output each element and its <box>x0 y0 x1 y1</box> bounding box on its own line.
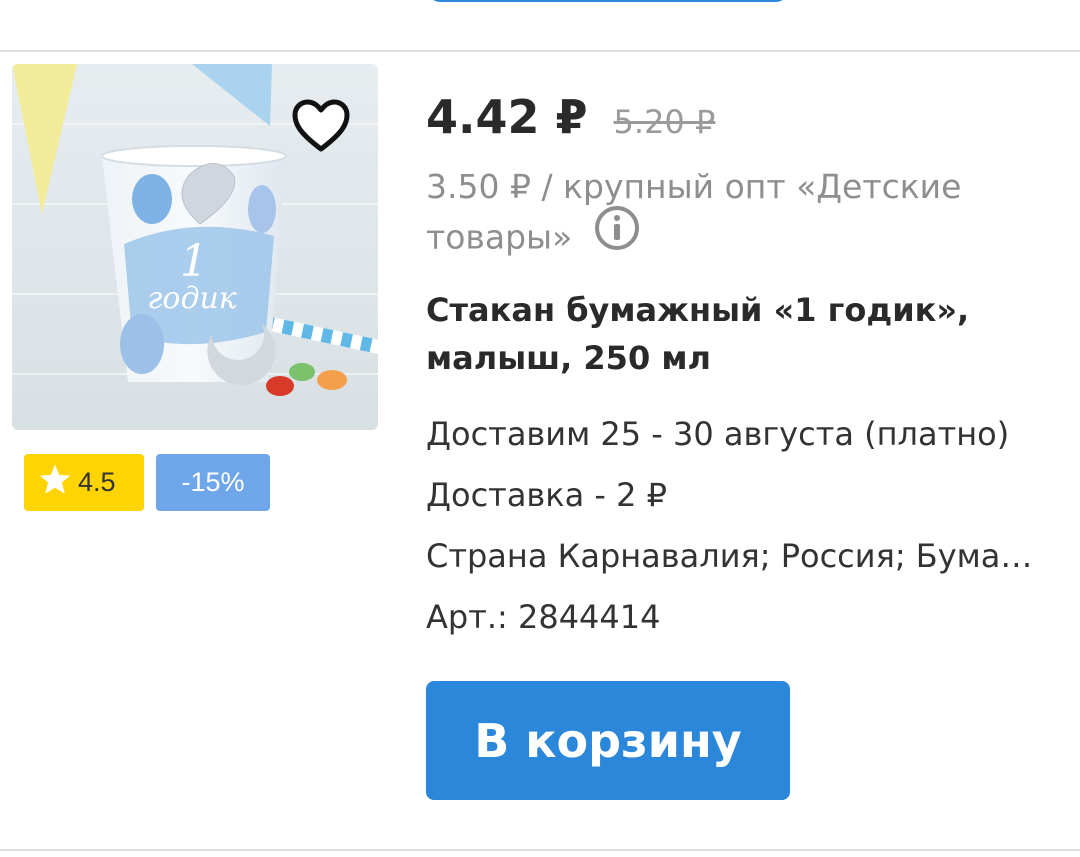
rating-badge: 4.5 <box>24 454 144 511</box>
info-icon[interactable] <box>593 204 641 266</box>
badges: 4.5 -15% <box>24 454 270 511</box>
divider <box>0 50 1080 52</box>
product-title[interactable]: Стакан бумажный «1 годик», малыш, 250 мл <box>426 286 1026 382</box>
current-price: 4.42 ₽ <box>426 90 588 144</box>
product-info: 4.42 ₽ 5.20 ₽ 3.50 ₽ / крупный опт «Детс… <box>426 90 1066 652</box>
svg-text:годик: годик <box>147 281 237 316</box>
delivery-date: Доставим 25 - 30 августа (платно) <box>426 415 1010 453</box>
heart-icon <box>291 99 351 157</box>
add-to-cart-button[interactable]: В корзину <box>426 681 790 800</box>
favorite-button[interactable] <box>288 98 354 158</box>
article-number: Арт.: 2844414 <box>426 598 661 636</box>
svg-text:1: 1 <box>180 236 208 287</box>
wholesale-text: 3.50 ₽ / крупный опт «Детские товары» <box>426 167 962 257</box>
price-row: 4.42 ₽ 5.20 ₽ <box>426 90 1066 144</box>
discount-badge: -15% <box>156 454 270 511</box>
previous-item-button-edge[interactable] <box>428 0 788 2</box>
delivery-cost: Доставка - 2 ₽ <box>426 476 667 514</box>
rating-value: 4.5 <box>78 467 116 497</box>
old-price: 5.20 ₽ <box>613 103 716 141</box>
product-properties: Страна Карнавалия; Россия; Бумага <box>426 537 1036 575</box>
wholesale-price: 3.50 ₽ / крупный опт «Детские товары» <box>426 162 1026 266</box>
divider <box>0 849 1080 851</box>
star-icon <box>38 463 72 502</box>
product-details: Доставим 25 - 30 августа (платно) Достав… <box>426 408 1066 652</box>
